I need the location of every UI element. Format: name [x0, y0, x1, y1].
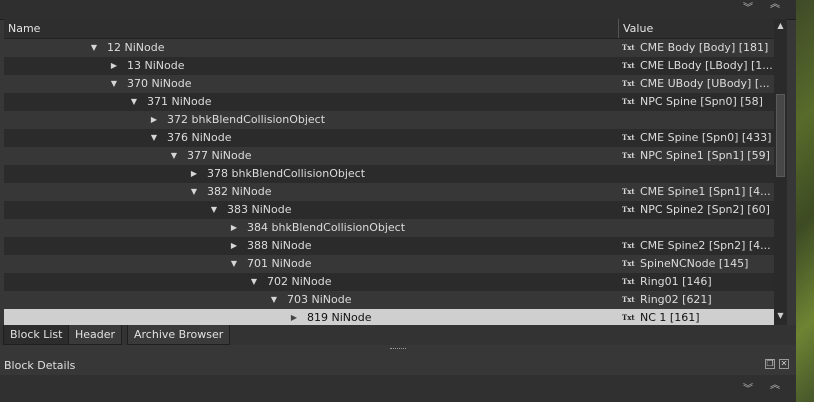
collapsed-arrow-icon[interactable]: ▶: [109, 57, 119, 75]
tree-row-name: 703 NiNode: [287, 293, 352, 306]
collapsed-arrow-icon[interactable]: ▶: [149, 111, 159, 129]
tree-row-value: NPC Spine [Spn0] [58]: [640, 95, 763, 108]
expanded-arrow-icon[interactable]: ▼: [229, 255, 239, 273]
tab-archive-browser[interactable]: Archive Browser: [127, 325, 231, 345]
tree-row-value: CME Spine2 [Spn2] [4...: [640, 239, 771, 252]
collapsed-arrow-icon[interactable]: ▶: [229, 219, 239, 237]
tree-row[interactable]: ▼ 703 NiNode Txt Ring02 [621]: [4, 291, 774, 309]
tree-row-value: Ring01 [146]: [640, 275, 712, 288]
tree-row-value: SpineNCNode [145]: [640, 257, 749, 270]
panel-splitter[interactable]: [0, 345, 796, 355]
tree-row-value: Ring02 [621]: [640, 293, 712, 306]
tree-row-value: CME Body [Body] [181]: [640, 41, 769, 54]
text-type-icon: Txt: [622, 277, 635, 286]
tab-header[interactable]: Header: [68, 325, 123, 345]
text-type-icon: Txt: [622, 313, 635, 322]
block-tree[interactable]: ▼ 12 NiNode Txt CME Body [Body] [181] ▶ 13 Ni…: [4, 39, 774, 325]
tree-row[interactable]: ▼ 12 NiNode Txt CME Body [Body] [181]: [4, 39, 774, 57]
scroll-up-icon[interactable]: ▲: [774, 19, 787, 32]
tree-row[interactable]: ▶ 384 bhkBlendCollisionObject: [4, 219, 774, 237]
block-details-titlebar: Block Details ❐ ✕: [0, 355, 796, 375]
float-panel-icon[interactable]: ❐: [765, 359, 775, 369]
tree-row[interactable]: ▶ 378 bhkBlendCollisionObject: [4, 165, 774, 183]
text-type-icon: Txt: [622, 61, 635, 70]
tree-row-value: NC 1 [161]: [640, 311, 700, 324]
text-type-icon: Txt: [622, 205, 635, 214]
block-details-title: Block Details: [4, 359, 76, 372]
tree-row[interactable]: ▶ 819 NiNode Txt NC 1 [161]: [4, 309, 774, 325]
close-panel-icon[interactable]: ✕: [779, 359, 789, 369]
column-header-value[interactable]: Value: [618, 19, 774, 38]
details-collapse-icon[interactable]: ︾: [741, 383, 755, 397]
text-type-icon: Txt: [622, 259, 635, 268]
tree-row-value: NPC Spine1 [Spn1] [59]: [640, 149, 770, 162]
tree-row-name: 12 NiNode: [107, 41, 165, 54]
tree-row[interactable]: ▶ 372 bhkBlendCollisionObject: [4, 111, 774, 129]
tree-row-name: 370 NiNode: [127, 77, 192, 90]
expanded-arrow-icon[interactable]: ▼: [209, 201, 219, 219]
expanded-arrow-icon[interactable]: ▼: [189, 183, 199, 201]
tree-row-name: 13 NiNode: [127, 59, 185, 72]
expanded-arrow-icon[interactable]: ▼: [269, 291, 279, 309]
expanded-arrow-icon[interactable]: ▼: [149, 129, 159, 147]
tree-row[interactable]: ▼ 702 NiNode Txt Ring01 [146]: [4, 273, 774, 291]
text-type-icon: Txt: [622, 133, 635, 142]
tree-row-value: CME Spine [Spn0] [433]: [640, 131, 772, 144]
block-details-panel: ︾ ︽: [0, 375, 796, 402]
expanded-arrow-icon[interactable]: ▼: [109, 75, 119, 93]
tree-row-value: CME Spine1 [Spn1] [4...: [640, 185, 771, 198]
tree-row-value: NPC Spine2 [Spn2] [60]: [640, 203, 770, 216]
expanded-arrow-icon[interactable]: ▼: [129, 93, 139, 111]
expanded-arrow-icon[interactable]: ▼: [169, 147, 179, 165]
tree-row[interactable]: ▼ 371 NiNode Txt NPC Spine [Spn0] [58]: [4, 93, 774, 111]
tree-row-name: 702 NiNode: [267, 275, 332, 288]
details-expand-icon[interactable]: ︽: [768, 379, 782, 393]
tree-row-name: 388 NiNode: [247, 239, 312, 252]
tree-row-value: CME LBody [LBody] [1...: [640, 59, 772, 72]
tab-block-list[interactable]: Block List: [3, 325, 70, 345]
tree-row-name: 377 NiNode: [187, 149, 252, 162]
text-type-icon: Txt: [622, 43, 635, 52]
collapsed-arrow-icon[interactable]: ▶: [229, 237, 239, 255]
collapse-all-icon[interactable]: ︾: [741, 2, 755, 16]
tree-row-name: 819 NiNode: [307, 311, 372, 324]
splitter-grip-icon[interactable]: [390, 348, 406, 352]
tree-row-name: 384 bhkBlendCollisionObject: [247, 221, 406, 234]
tree-row[interactable]: ▼ 377 NiNode Txt NPC Spine1 [Spn1] [59]: [4, 147, 774, 165]
top-toolbar: ︾ ︽: [0, 0, 796, 20]
tree-row[interactable]: ▼ 382 NiNode Txt CME Spine1 [Spn1] [4...: [4, 183, 774, 201]
tree-row[interactable]: ▼ 701 NiNode Txt SpineNCNode [145]: [4, 255, 774, 273]
collapsed-arrow-icon[interactable]: ▶: [289, 309, 299, 325]
text-type-icon: Txt: [622, 187, 635, 196]
column-header: Name Value: [4, 19, 774, 39]
expanded-arrow-icon[interactable]: ▼: [89, 39, 99, 57]
tree-row-value: CME UBody [UBody] [...: [640, 77, 770, 90]
text-type-icon: Txt: [622, 295, 635, 304]
text-type-icon: Txt: [622, 97, 635, 106]
tree-row[interactable]: ▼ 376 NiNode Txt CME Spine [Spn0] [433]: [4, 129, 774, 147]
tree-row-name: 372 bhkBlendCollisionObject: [167, 113, 326, 126]
expand-all-icon[interactable]: ︽: [768, 0, 782, 12]
bottom-tab-bar: Block List Header Archive Browser: [0, 325, 796, 345]
tree-row-name: 371 NiNode: [147, 95, 212, 108]
tree-row[interactable]: ▼ 383 NiNode Txt NPC Spine2 [Spn2] [60]: [4, 201, 774, 219]
text-type-icon: Txt: [622, 241, 635, 250]
scroll-down-icon[interactable]: ▼: [774, 309, 787, 322]
scrollbar-thumb[interactable]: [776, 94, 785, 177]
tree-row-name: 383 NiNode: [227, 203, 292, 216]
tree-row[interactable]: ▶ 388 NiNode Txt CME Spine2 [Spn2] [4...: [4, 237, 774, 255]
tree-row-name: 378 bhkBlendCollisionObject: [207, 167, 366, 180]
background-desktop: [796, 0, 814, 402]
expanded-arrow-icon[interactable]: ▼: [249, 273, 259, 291]
text-type-icon: Txt: [622, 79, 635, 88]
tree-row[interactable]: ▼ 370 NiNode Txt CME UBody [UBody] [...: [4, 75, 774, 93]
column-header-name[interactable]: Name: [4, 19, 618, 38]
collapsed-arrow-icon[interactable]: ▶: [189, 165, 199, 183]
tree-row-name: 701 NiNode: [247, 257, 312, 270]
tree-row[interactable]: ▶ 13 NiNode Txt CME LBody [LBody] [1...: [4, 57, 774, 75]
text-type-icon: Txt: [622, 151, 635, 160]
tree-row-name: 382 NiNode: [207, 185, 272, 198]
tree-row-name: 376 NiNode: [167, 131, 232, 144]
vertical-scrollbar[interactable]: ▲ ▼: [774, 19, 787, 325]
